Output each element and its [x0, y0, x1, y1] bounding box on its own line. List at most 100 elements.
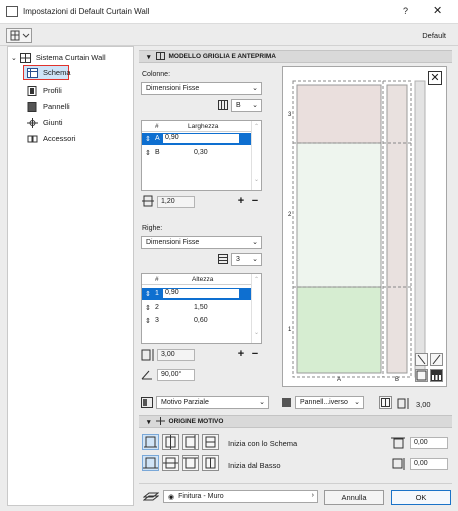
view-option-icon[interactable] [430, 353, 443, 366]
header-width: Larghezza [188, 123, 219, 130]
eye-icon: ◉ [168, 493, 175, 501]
header-height: Altezza [192, 276, 214, 283]
height-input[interactable]: 0,90 [162, 288, 240, 299]
help-button[interactable]: ? [403, 6, 408, 16]
preview-drawing [292, 80, 426, 378]
view-option-icon[interactable] [415, 353, 428, 366]
panel-icon [282, 398, 291, 407]
drag-handle-icon[interactable]: ⇕ [145, 304, 151, 312]
table-row[interactable]: ⇕ B 0,30 [142, 147, 251, 159]
origin-custom-button[interactable] [202, 455, 219, 471]
dimension-value: 3,00 [416, 400, 431, 409]
drag-handle-icon[interactable]: ⇕ [145, 135, 151, 143]
rows-table-header: # Altezza [142, 274, 251, 285]
tree-root[interactable]: ⌄ Sistema Curtain Wall [11, 51, 106, 64]
origin-top-button[interactable] [182, 455, 199, 471]
rows-count-icon [218, 254, 228, 266]
header-num: # [155, 276, 159, 283]
offset-y-input[interactable]: 0,00 [410, 458, 448, 470]
columns-mode-select[interactable]: Dimensioni Fisse ⌄ [141, 82, 262, 95]
panel-mode-select[interactable]: Pannell...iverso ⌄ [295, 396, 364, 409]
start-scheme-label: Inizia con lo Schema [228, 439, 298, 448]
origin-end-button[interactable] [202, 434, 219, 450]
profile-icon [27, 85, 38, 96]
pattern-option-icon[interactable] [379, 396, 392, 409]
origin-start-right-button[interactable] [182, 434, 199, 450]
surface-value: Finitura - Muro [178, 493, 224, 500]
chevron-down-icon: ⌄ [11, 54, 17, 62]
table-row[interactable]: ⇕ 2 1,50 [142, 302, 251, 314]
tree-item-profili[interactable]: Profili [27, 84, 62, 97]
origin-start-left-button[interactable] [142, 434, 159, 450]
tree-item-label: Profili [43, 86, 62, 95]
grid-preview: ✕ 3 2 1 A B [282, 66, 447, 387]
offset-x-icon [391, 437, 405, 451]
table-row[interactable]: ⇕ A 0,90 [142, 133, 251, 145]
collapse-icon: ▾ [147, 53, 151, 61]
width-value[interactable]: 0,30 [194, 149, 208, 156]
add-column-button[interactable]: + [235, 196, 247, 208]
drag-handle-icon[interactable]: ⇕ [145, 149, 151, 157]
tree-item-pannelli[interactable]: Pannelli [27, 100, 70, 113]
table-row[interactable]: ⇕ 3 0,60 [142, 315, 251, 327]
origin-section-header[interactable]: ▾ ORIGINE MOTIVO [139, 415, 452, 428]
ok-button[interactable]: OK [391, 490, 451, 505]
rows-count-select[interactable]: 3 ⌄ [231, 253, 262, 266]
columns-scrollbar[interactable]: ⌃ ⌄ [251, 121, 261, 190]
favorites-icon [10, 30, 30, 41]
tree-item-accessori[interactable]: Accessori [27, 132, 76, 145]
default-label: Default [422, 31, 446, 40]
chevron-down-icon: ⌄ [259, 399, 265, 406]
settings-tree: ⌄ Sistema Curtain Wall Schema Profili Pa… [7, 46, 134, 506]
rows-scrollbar[interactable]: ⌃ ⌄ [251, 274, 261, 343]
grid-icon [27, 67, 38, 78]
view-option-icon[interactable] [415, 369, 428, 382]
height-value[interactable]: 0,60 [194, 317, 208, 324]
tree-item-giunti[interactable]: Giunti [27, 116, 63, 129]
row-id: B [155, 149, 160, 156]
favorites-button[interactable] [6, 28, 32, 43]
preview-row-label: 1 [288, 327, 292, 333]
remove-row-button[interactable]: − [249, 349, 261, 361]
tree-item-schema[interactable]: Schema [23, 65, 71, 80]
curtain-wall-icon [19, 52, 31, 63]
cancel-button[interactable]: Annulla [324, 490, 384, 505]
header-num: # [155, 123, 159, 130]
drag-handle-icon[interactable]: ⇕ [145, 290, 151, 298]
columns-count-value: B [236, 102, 241, 109]
rows-mode-value: Dimensioni Fisse [146, 239, 200, 246]
pattern-icon [141, 397, 153, 410]
rows-mode-select[interactable]: Dimensioni Fisse ⌄ [141, 236, 262, 249]
chevron-right-icon: › [311, 492, 314, 499]
app-icon [6, 6, 18, 17]
origin-bottom-button[interactable] [142, 455, 159, 471]
origin-middle-button[interactable] [162, 455, 179, 471]
total-height-icon [141, 349, 155, 363]
columns-count-select[interactable]: B ⌄ [231, 99, 262, 112]
surface-select[interactable]: ◉ Finitura - Muro › [163, 490, 318, 503]
columns-mode-value: Dimensioni Fisse [146, 85, 200, 92]
height-value[interactable]: 1,50 [194, 304, 208, 311]
pattern-mode-select[interactable]: Motivo Parziale ⌄ [156, 396, 269, 409]
view-option-icon[interactable] [430, 369, 443, 382]
origin-center-button[interactable] [162, 434, 179, 450]
total-width-field: 1,20 [157, 196, 195, 208]
preview-row-label: 2 [288, 212, 292, 218]
offset-x-input[interactable]: 0,00 [410, 437, 448, 449]
rows-label: Righe: [142, 225, 163, 232]
remove-column-button[interactable]: − [249, 196, 261, 208]
preview-row-label: 3 [288, 112, 292, 118]
angle-field[interactable]: 90,00° [157, 369, 195, 381]
table-row[interactable]: ⇕ 1 0,90 [142, 288, 251, 300]
window-title: Impostazioni di Default Curtain Wall [23, 7, 150, 16]
row-id: 3 [155, 317, 159, 324]
pattern-mode-value: Motivo Parziale [161, 399, 209, 406]
drag-handle-icon[interactable]: ⇕ [145, 317, 151, 325]
junction-icon [27, 117, 38, 128]
rows-table: # Altezza ⇕ 1 0,90 ⇕ 2 1,50 ⇕ 3 0,60 ⌃ ⌄ [141, 273, 262, 344]
grid-section-header[interactable]: ▾ MODELLO GRIGLIA E ANTEPRIMA [139, 50, 452, 63]
add-row-button[interactable]: + [235, 349, 247, 361]
close-button[interactable]: ✕ [433, 4, 442, 17]
width-input[interactable]: 0,90 [162, 133, 240, 144]
footer-divider [139, 483, 452, 484]
